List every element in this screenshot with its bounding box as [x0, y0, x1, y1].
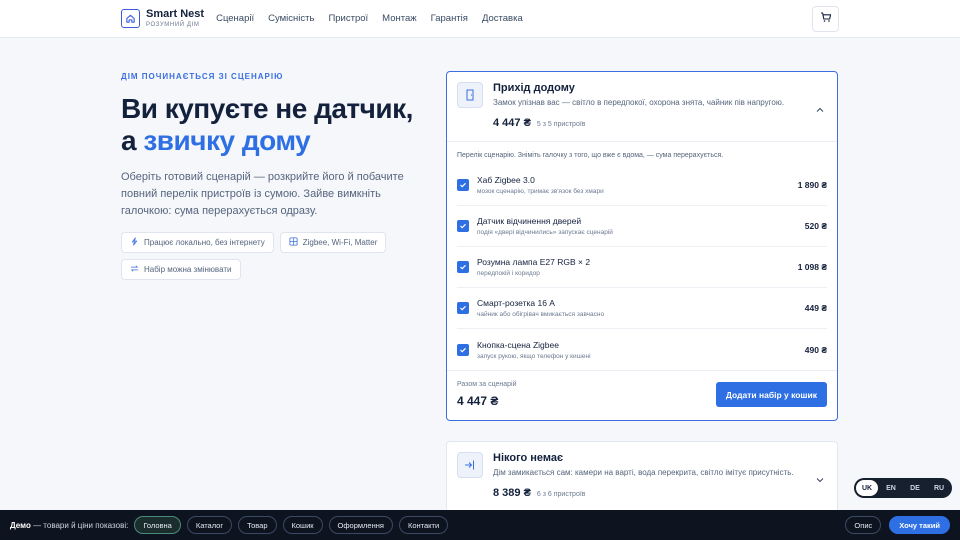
home-icon [121, 9, 140, 28]
device-name: Кнопка-сцена Zigbee [477, 339, 559, 350]
lang-option-de[interactable]: DE [904, 480, 926, 496]
scenario-body: Перелік сценарію. Зніміть галочку з того… [447, 141, 837, 420]
nav-link-devices[interactable]: Пристрої [328, 13, 368, 24]
want-this-button[interactable]: Хочу такий [889, 516, 950, 534]
device-checkbox[interactable] [457, 261, 469, 273]
scenario-card-header[interactable]: Нікого немає Дім замикається сам: камери… [447, 442, 837, 499]
grid-icon [289, 237, 298, 248]
device-checkbox[interactable] [457, 179, 469, 191]
chip-protocols: Zigbee, Wi‑Fi, Matter [279, 232, 387, 253]
site-header: Smart Nest РОЗУМНИЙ ДІМ Сценарії Сумісні… [0, 0, 960, 38]
chip-flexible-label: Набір можна змінювати [144, 265, 232, 274]
hero-title: Ви купуєте не датчик, а звичку дому [121, 93, 431, 157]
chip-flexible: Набір можна змінювати [121, 259, 241, 280]
device-name: Смарт-розетка 16 А [477, 298, 555, 308]
device-price: 490 ₴ [804, 344, 827, 355]
nav-link-compatibility[interactable]: Сумісність [268, 13, 314, 24]
scenario-description: Дім замикається сам: камери на варті, во… [493, 468, 794, 477]
device-list: Хаб Zigbee 3.0 мозок сценарію, тримає зв… [457, 165, 827, 370]
list-item[interactable]: Розумна лампа E27 RGB × 2 передпокій і к… [457, 247, 827, 288]
list-item[interactable]: Хаб Zigbee 3.0 мозок сценарію, тримає зв… [457, 165, 827, 206]
demo-link-product[interactable]: Товар [238, 516, 277, 534]
device-checkbox[interactable] [457, 343, 469, 356]
device-note: мозок сценарію, тримає зв'язок без хмари [477, 188, 604, 195]
door-icon [457, 82, 483, 108]
device-price: 1 890 ₴ [797, 180, 827, 190]
scenario-price: 4 447 ₴ [493, 117, 531, 129]
list-item[interactable]: Кнопка-сцена Zigbee запуск рукою, якщо т… [457, 329, 827, 370]
total-value: 4 447 ₴ [457, 394, 499, 408]
add-to-cart-button[interactable]: Додати набір у кошик [715, 382, 827, 407]
demo-link-checkout[interactable]: Оформлення [328, 516, 393, 534]
brand-logo[interactable]: Smart Nest РОЗУМНИЙ ДІМ [121, 9, 204, 28]
hero-lead: Оберіть готовий сценарій — розкрийте йог… [121, 171, 404, 217]
hero-title-line1: Ви купуєте не датчик, [121, 93, 413, 124]
nav-link-warranty[interactable]: Гарантія [431, 13, 468, 24]
scenario-card-header[interactable]: Прихід додому Замок упізнав вас — світло… [447, 72, 837, 129]
device-price: 1 098 ₴ [797, 262, 827, 272]
demo-link-contacts[interactable]: Контакти [398, 516, 449, 534]
cart-button[interactable] [812, 6, 839, 32]
hero-title-accent: звичку дому [143, 125, 311, 156]
lang-option-en[interactable]: EN [880, 480, 902, 496]
lightning-icon [130, 237, 139, 248]
hero-title-prefix: а [121, 125, 144, 156]
device-note: подія «двері відчинились» запускає сцена… [477, 229, 613, 236]
demo-nav: Головна Каталог Товар Кошик Оформлення К… [134, 516, 449, 534]
device-name: Датчик відчинення дверей [477, 216, 582, 226]
brand-subtitle: РОЗУМНИЙ ДІМ [146, 22, 200, 28]
device-name: Розумна лампа E27 RGB × 2 [477, 257, 591, 267]
list-item[interactable]: Датчик відчинення дверей подія «двері ві… [457, 206, 827, 247]
scenario-device-count: 5 з 5 пристроїв [536, 121, 586, 128]
demo-link-home[interactable]: Головна [134, 516, 181, 534]
demo-link-catalog[interactable]: Каталог [186, 516, 233, 534]
device-name: Хаб Zigbee 3.0 [477, 175, 535, 185]
scenario-title: Прихід додому [493, 82, 575, 94]
feature-chips: Працює локально, без інтернету Zigbee, W… [121, 232, 411, 280]
chevron-down-icon[interactable] [815, 472, 825, 490]
scenario-device-count: 6 з 6 пристроїв [536, 491, 586, 498]
scenario-card-arrival: Прихід додому Замок упізнав вас — світло… [446, 71, 838, 421]
scenario-card-away: Нікого немає Дім замикається сам: камери… [446, 441, 838, 521]
device-checkbox[interactable] [457, 302, 469, 314]
main-nav: Сценарії Сумісність Пристрої Монтаж Гара… [216, 13, 523, 24]
device-note: чайник або обігрівач вмикається завчасно [477, 311, 605, 318]
nav-link-scenarios[interactable]: Сценарії [216, 13, 254, 24]
device-price: 520 ₴ [804, 221, 827, 231]
hero-section: ДІМ ПОЧИНАЄТЬСЯ ЗІ СЦЕНАРІЮ Ви купуєте н… [121, 72, 431, 280]
chip-local: Працює локально, без інтернету [121, 232, 274, 253]
enter-icon [457, 452, 483, 478]
hero-eyebrow: ДІМ ПОЧИНАЄТЬСЯ ЗІ СЦЕНАРІЮ [121, 72, 284, 81]
scenario-title: Нікого немає [493, 452, 564, 464]
demo-link-cart[interactable]: Кошик [282, 516, 323, 534]
device-note: запуск рукою, якщо телефон у кишені [477, 352, 591, 360]
cart-icon [820, 10, 832, 28]
brand-name: Smart Nest [146, 8, 205, 20]
lang-option-ru[interactable]: RU [928, 480, 950, 496]
scenario-hint: Перелік сценарію. Зніміть галочку з того… [457, 152, 724, 159]
nav-link-delivery[interactable]: Доставка [482, 13, 523, 24]
scenario-price: 8 389 ₴ [493, 487, 531, 499]
nav-link-installation[interactable]: Монтаж [382, 13, 416, 24]
language-switcher: UK EN DE RU [854, 478, 952, 498]
scenario-footer: Разом за сценарій 4 447 ₴ Додати набір у… [447, 370, 837, 420]
list-item[interactable]: Смарт-розетка 16 А чайник або обігрівач … [457, 288, 827, 329]
swap-icon [130, 264, 139, 275]
demo-label-rest: — товари й ціни показові: [30, 520, 129, 530]
chip-protocols-label: Zigbee, Wi‑Fi, Matter [302, 238, 378, 247]
chevron-up-icon[interactable] [815, 102, 825, 120]
chip-local-label: Працює локально, без інтернету [144, 238, 265, 247]
device-note: передпокій і коридор [477, 270, 540, 277]
scenario-description: Замок упізнав вас — світло в передпокої,… [493, 98, 785, 107]
device-price: 449 ₴ [804, 303, 827, 313]
demo-bar: Демо — товари й ціни показові: Головна К… [0, 510, 960, 540]
lang-option-uk[interactable]: UK [856, 480, 878, 496]
describe-button[interactable]: Опис [845, 516, 882, 534]
total-label: Разом за сценарій [457, 381, 517, 388]
device-checkbox[interactable] [457, 220, 469, 232]
demo-label-bold: Демо [10, 520, 31, 530]
demo-label: Демо — товари й ціни показові: [10, 521, 128, 530]
